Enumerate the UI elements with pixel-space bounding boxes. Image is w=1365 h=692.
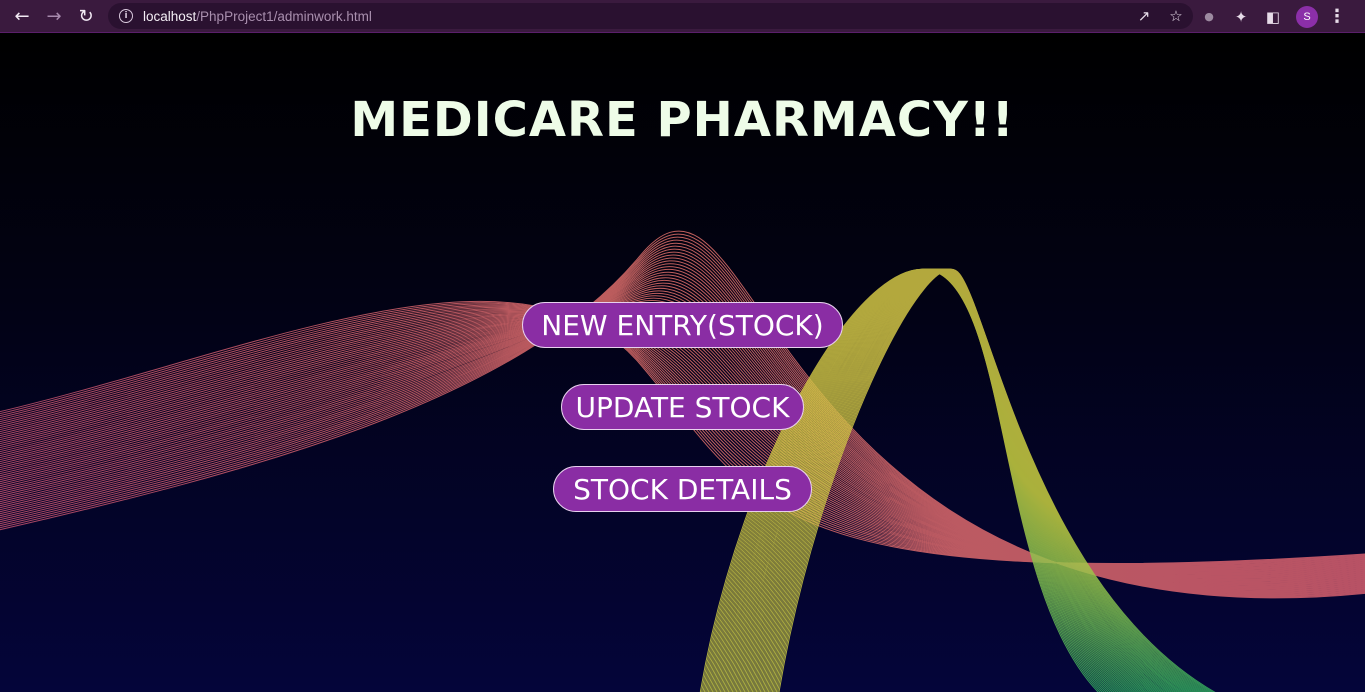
share-icon[interactable]: ↗ xyxy=(1135,7,1153,25)
update-stock-button[interactable]: UPDATE STOCK xyxy=(561,384,804,430)
stock-details-button[interactable]: STOCK DETAILS xyxy=(553,466,812,512)
page-title: MEDICARE PHARMACY!! xyxy=(350,92,1015,148)
reload-icon[interactable]: ↻ xyxy=(70,0,102,32)
back-icon[interactable]: ← xyxy=(6,0,38,32)
star-icon[interactable]: ☆ xyxy=(1167,7,1185,25)
extension-icon[interactable]: ● xyxy=(1200,10,1218,23)
new-entry-stock-button[interactable]: NEW ENTRY(STOCK) xyxy=(522,302,843,348)
puzzle-icon[interactable]: ✦ xyxy=(1232,8,1250,26)
browser-toolbar: ← → ↻ i localhost/PhpProject1/adminwork.… xyxy=(0,0,1365,33)
page-content: MEDICARE PHARMACY!! NEW ENTRY(STOCK) UPD… xyxy=(0,34,1365,692)
forward-icon[interactable]: → xyxy=(38,0,70,32)
avatar[interactable]: S xyxy=(1296,5,1318,28)
address-bar[interactable]: i localhost/PhpProject1/adminwork.html ↗… xyxy=(108,3,1193,29)
url-host: localhost xyxy=(143,8,197,24)
menu-icon[interactable]: ⋮ xyxy=(1328,6,1346,27)
sidebar-icon[interactable]: ◧ xyxy=(1264,8,1282,26)
info-icon[interactable]: i xyxy=(119,9,133,23)
url-text[interactable]: localhost/PhpProject1/adminwork.html xyxy=(143,9,372,24)
url-path: /PhpProject1/adminwork.html xyxy=(196,8,372,24)
